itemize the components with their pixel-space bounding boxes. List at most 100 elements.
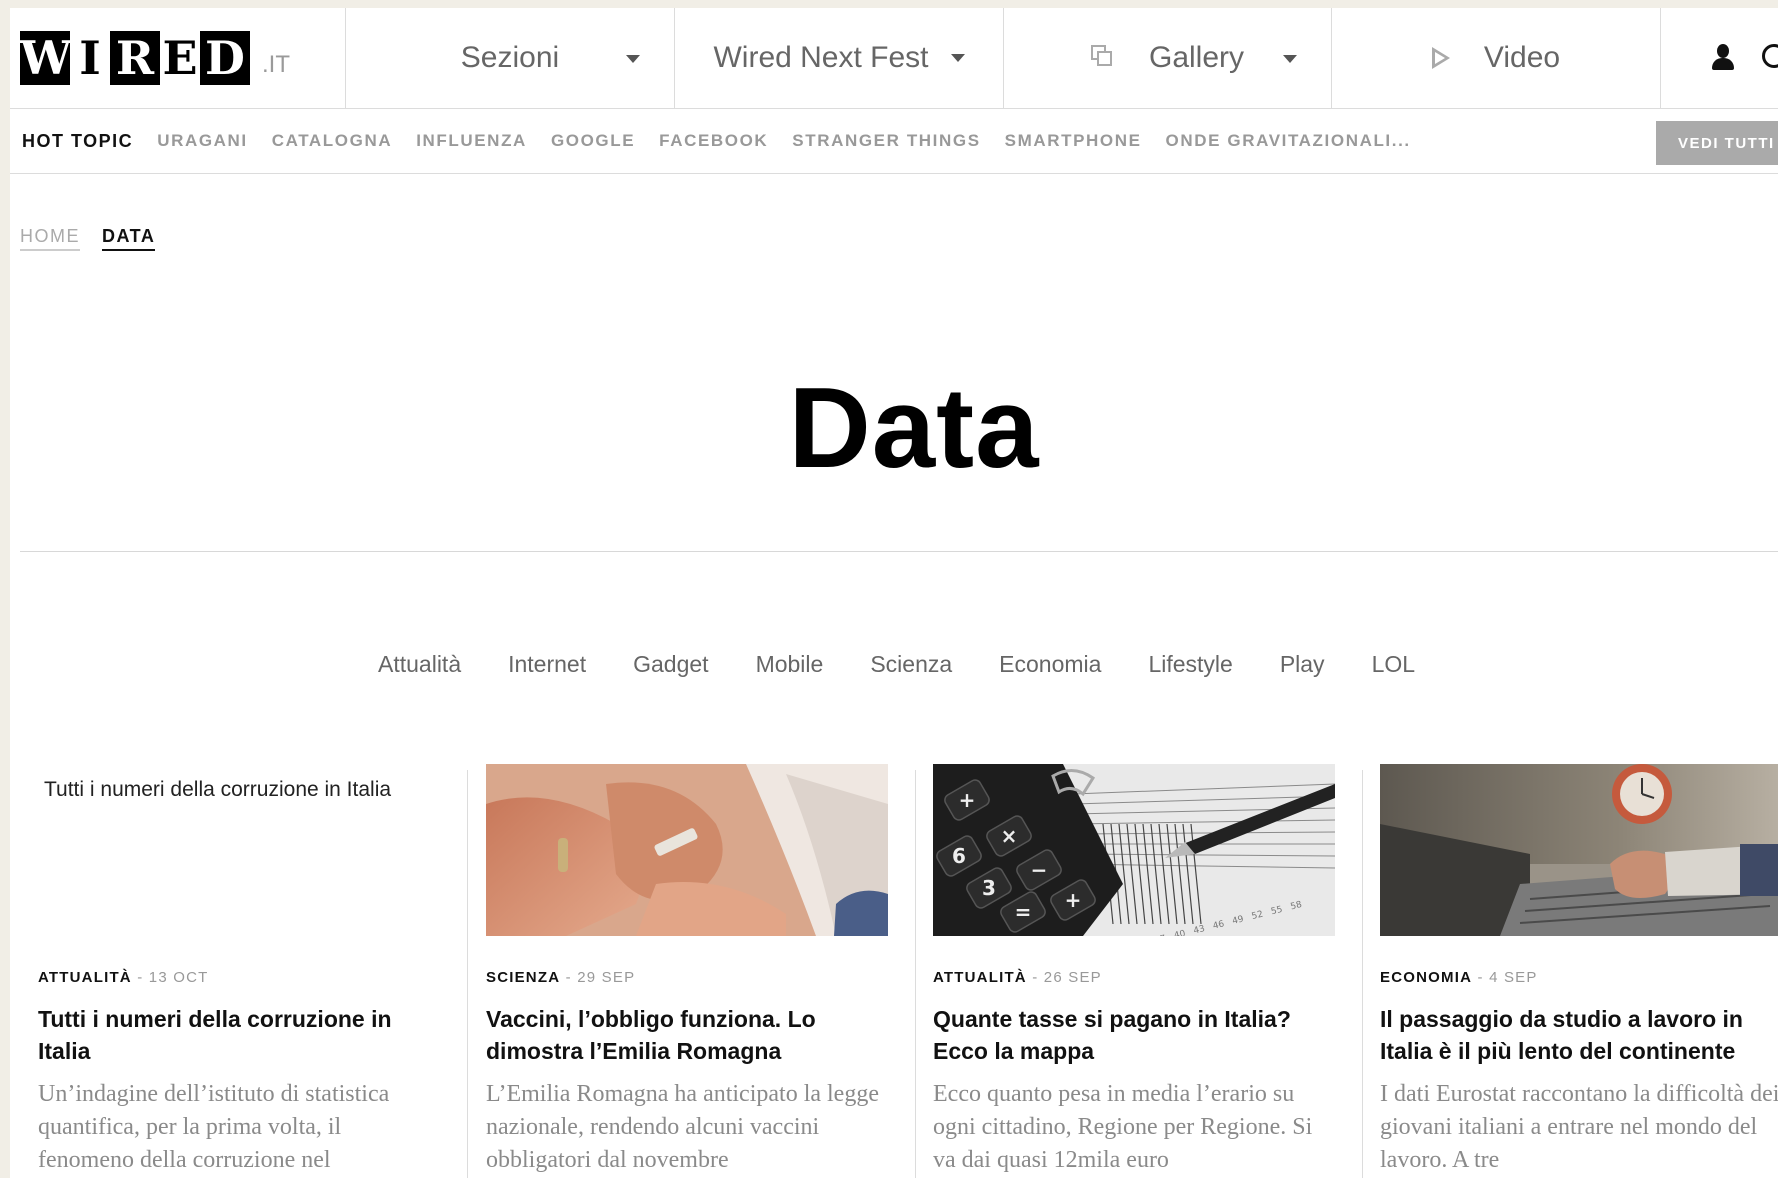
hot-topic-item[interactable]: STRANGER THINGS <box>792 131 980 151</box>
article-date: 29 SEP <box>577 969 636 986</box>
breadcrumb: HOME DATA <box>20 226 156 251</box>
article-title[interactable]: Quante tasse si pagano in Italia? Ecco l… <box>933 1003 1333 1067</box>
category-item[interactable]: Internet <box>508 651 586 678</box>
card-divider <box>915 770 916 1178</box>
nav-next-fest-label: Wired Next Fest <box>713 41 929 74</box>
category-nav: Attualità Internet Gadget Mobile Scienza… <box>378 651 1462 678</box>
nav-video[interactable]: Video <box>1332 8 1661 108</box>
hot-topic-item[interactable]: GOOGLE <box>551 131 635 151</box>
article-card[interactable]: Tutti i numeri della corruzione in Itali… <box>38 764 440 1178</box>
category-item[interactable]: Mobile <box>756 651 824 678</box>
hot-topic-item[interactable]: SMARTPHONE <box>1005 131 1142 151</box>
gallery-icon <box>1090 45 1117 71</box>
calculator-key-label: = <box>1015 900 1032 924</box>
calculator-key-label: 6 <box>952 844 966 868</box>
ruler-number: 43 <box>1192 924 1206 936</box>
breadcrumb-current: DATA <box>102 226 156 251</box>
search-icon[interactable] <box>1762 44 1778 68</box>
nav-sezioni-label: Sezioni <box>460 41 560 74</box>
logo-letter-w: W <box>20 31 72 85</box>
article-title[interactable]: Tutti i numeri della corruzione in Itali… <box>38 1003 438 1067</box>
article-section[interactable]: ATTUALITÀ <box>933 969 1027 986</box>
logo-letter-r: R <box>110 31 160 85</box>
caret-down-icon <box>950 54 965 62</box>
nav-gallery[interactable]: Gallery <box>1004 8 1332 108</box>
category-item[interactable]: Economia <box>999 651 1101 678</box>
calculator-key-label: − <box>1031 858 1048 882</box>
page: W I R E D .IT Sezioni Wired Next Fest Ga… <box>10 8 1778 1178</box>
category-item[interactable]: LOL <box>1372 651 1415 678</box>
article-excerpt: L’Emilia Romagna ha anticipato la legge … <box>486 1081 879 1173</box>
calculator-key-label: + <box>1065 888 1082 912</box>
article-excerpt: Un’indagine dell’istituto di statistica … <box>38 1081 390 1173</box>
article-meta: ATTUALITÀ - 26 SEP <box>933 969 1102 986</box>
hot-topic-label: HOT TOPIC <box>22 130 134 151</box>
nav-video-label: Video <box>1483 41 1561 74</box>
category-item[interactable]: Lifestyle <box>1148 651 1232 678</box>
category-item[interactable]: Scienza <box>870 651 952 678</box>
logo-letter-d: D <box>200 31 250 85</box>
meta-separator: - <box>1032 969 1039 986</box>
hot-topic-item[interactable]: URAGANI <box>157 131 248 151</box>
article-grid: Tutti i numeri della corruzione in Itali… <box>10 764 1778 1178</box>
article-section[interactable]: ECONOMIA <box>1380 969 1472 986</box>
article-meta: SCIENZA - 29 SEP <box>486 969 635 986</box>
article-image[interactable]: + × 6 − 3 = + 37 40 43 46 <box>933 764 1335 936</box>
article-date: 4 SEP <box>1489 969 1538 986</box>
category-item[interactable]: Attualità <box>378 651 461 678</box>
article-title[interactable]: Il passaggio da studio a lavoro in Itali… <box>1380 1003 1778 1067</box>
see-all-button[interactable]: VEDI TUTTI <box>1656 121 1778 165</box>
article-section[interactable]: ATTUALITÀ <box>38 969 132 986</box>
meta-separator: - <box>1477 969 1484 986</box>
article-excerpt: I dati Eurostat raccontano la difficoltà… <box>1380 1081 1778 1173</box>
play-icon <box>1431 47 1450 69</box>
image-alt-text: Tutti i numeri della corruzione in Itali… <box>44 778 392 801</box>
article-image[interactable] <box>1380 764 1778 936</box>
hot-topic-item[interactable]: ONDE GRAVITAZIONALI... <box>1166 131 1411 151</box>
calculator-photo: + × 6 − 3 = + 37 40 43 46 <box>933 764 1335 936</box>
article-card[interactable]: ECONOMIA - 4 SEP Il passaggio da studio … <box>1380 764 1778 1178</box>
logo-letter-i: I <box>70 31 110 85</box>
card-divider <box>1362 770 1363 1178</box>
nav-gallery-label: Gallery <box>1148 41 1245 74</box>
calculator-key-label: + <box>959 788 976 812</box>
caret-down-icon <box>1283 55 1297 63</box>
title-divider <box>20 551 1778 552</box>
hot-topic-item[interactable]: INFLUENZA <box>416 131 527 151</box>
logo-letter-e: E <box>160 31 200 85</box>
vaccination-photo <box>486 764 888 936</box>
wired-logo[interactable]: W I R E D .IT <box>20 31 290 85</box>
meta-separator: - <box>137 969 144 986</box>
meta-separator: - <box>565 969 572 986</box>
user-icon[interactable] <box>1710 44 1736 72</box>
logo-cell: W I R E D .IT <box>10 8 346 108</box>
article-date: 13 OCT <box>148 969 209 986</box>
article-excerpt: Ecco quanto pesa in media l’erario su og… <box>933 1081 1313 1173</box>
caret-down-icon <box>626 55 640 63</box>
article-section[interactable]: SCIENZA <box>486 969 560 986</box>
article-meta: ATTUALITÀ - 13 OCT <box>38 969 209 986</box>
category-item[interactable]: Gadget <box>633 651 708 678</box>
article-card[interactable]: SCIENZA - 29 SEP Vaccini, l’obbligo funz… <box>486 764 888 1178</box>
article-image[interactable] <box>486 764 888 936</box>
article-card[interactable]: + × 6 − 3 = + 37 40 43 46 <box>933 764 1335 1178</box>
nav-sezioni[interactable]: Sezioni <box>346 8 675 108</box>
nav-wired-next-fest[interactable]: Wired Next Fest <box>675 8 1004 108</box>
calculator-key-label: × <box>1001 824 1018 848</box>
hot-topic-item[interactable]: CATALOGNA <box>272 131 392 151</box>
hot-topic-item[interactable]: FACEBOOK <box>659 131 768 151</box>
card-divider <box>467 770 468 1178</box>
laptop-photo <box>1380 764 1778 936</box>
article-title[interactable]: Vaccini, l’obbligo funziona. Lo dimostra… <box>486 1003 886 1067</box>
article-image-placeholder[interactable]: Tutti i numeri della corruzione in Itali… <box>38 764 440 936</box>
logo-tld: .IT <box>262 51 290 78</box>
article-meta: ECONOMIA - 4 SEP <box>1380 969 1538 986</box>
top-navigation: W I R E D .IT Sezioni Wired Next Fest Ga… <box>10 8 1778 109</box>
breadcrumb-home[interactable]: HOME <box>20 226 80 251</box>
page-title: Data <box>788 365 1040 492</box>
calculator-key-label: 3 <box>982 876 996 900</box>
article-date: 26 SEP <box>1043 969 1102 986</box>
hot-topic-list: URAGANI CATALOGNA INFLUENZA GOOGLE FACEB… <box>157 131 1435 151</box>
category-item[interactable]: Play <box>1280 651 1325 678</box>
hot-topic-bar: HOT TOPIC URAGANI CATALOGNA INFLUENZA GO… <box>10 109 1778 174</box>
